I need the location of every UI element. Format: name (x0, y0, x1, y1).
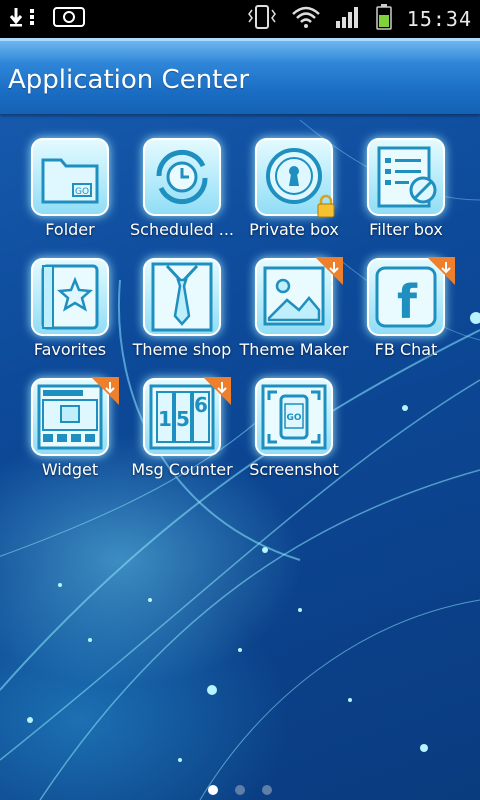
app-filter-box[interactable]: Filter box (348, 138, 464, 258)
clock-icon (143, 138, 221, 216)
svg-text:1: 1 (158, 407, 172, 431)
phone-screenshot-icon: GO (255, 378, 333, 456)
download-badge-icon (203, 377, 231, 405)
vibrate-icon (247, 4, 277, 34)
page-dot-3[interactable] (262, 785, 272, 795)
svg-text:GO: GO (286, 413, 301, 423)
app-label: Filter box (369, 220, 443, 239)
app-scheduled[interactable]: Scheduled ... (124, 138, 240, 258)
download-badge-icon (427, 257, 455, 285)
app-msg-counter[interactable]: 1 5 6 Msg Counter (124, 377, 240, 498)
signal-icon (335, 5, 361, 33)
battery-icon (375, 3, 393, 35)
app-favorites[interactable]: Favorites (12, 258, 128, 378)
app-folder[interactable]: GO Folder (12, 138, 128, 258)
status-time: 15:34 (406, 7, 472, 31)
app-label: Theme shop (132, 340, 232, 359)
download-badge-icon (91, 377, 119, 405)
star-book-icon (31, 258, 109, 336)
shirt-tie-icon (143, 258, 221, 336)
app-fb-chat[interactable]: f FB Chat (348, 257, 464, 378)
app-label: Folder (45, 220, 95, 239)
lock-icon (316, 194, 336, 218)
app-widget[interactable]: Widget (12, 377, 128, 498)
page-title: Application Center (8, 65, 250, 95)
app-private-box[interactable]: Private box (236, 138, 352, 258)
page-dot-2[interactable] (235, 785, 245, 795)
wifi-icon (291, 4, 321, 34)
status-bar: 15:34 (0, 0, 480, 38)
app-theme-maker[interactable]: Theme Maker (236, 257, 352, 378)
app-label: Screenshot (249, 460, 339, 479)
app-theme-shop[interactable]: Theme shop (124, 258, 240, 378)
folder-icon: GO (31, 138, 109, 216)
app-label: Widget (41, 460, 99, 479)
app-label: Scheduled ... (129, 220, 235, 239)
app-screenshot[interactable]: GO Screenshot (236, 378, 352, 498)
filter-list-icon (367, 138, 445, 216)
app-label: Private box (249, 220, 339, 239)
svg-text:5: 5 (176, 407, 190, 431)
svg-text:f: f (397, 275, 418, 329)
app-label: Msg Counter (131, 460, 233, 479)
title-bar: Application Center (0, 38, 480, 114)
screenshot-icon (52, 6, 86, 32)
page-dot-1[interactable] (208, 785, 218, 795)
app-label: Favorites (33, 340, 107, 359)
download-badge-icon (315, 257, 343, 285)
page-indicator (0, 780, 480, 800)
usb-download-icon (8, 6, 44, 32)
app-label: Theme Maker (239, 340, 349, 359)
svg-text:GO: GO (75, 187, 89, 197)
app-label: FB Chat (374, 340, 438, 359)
